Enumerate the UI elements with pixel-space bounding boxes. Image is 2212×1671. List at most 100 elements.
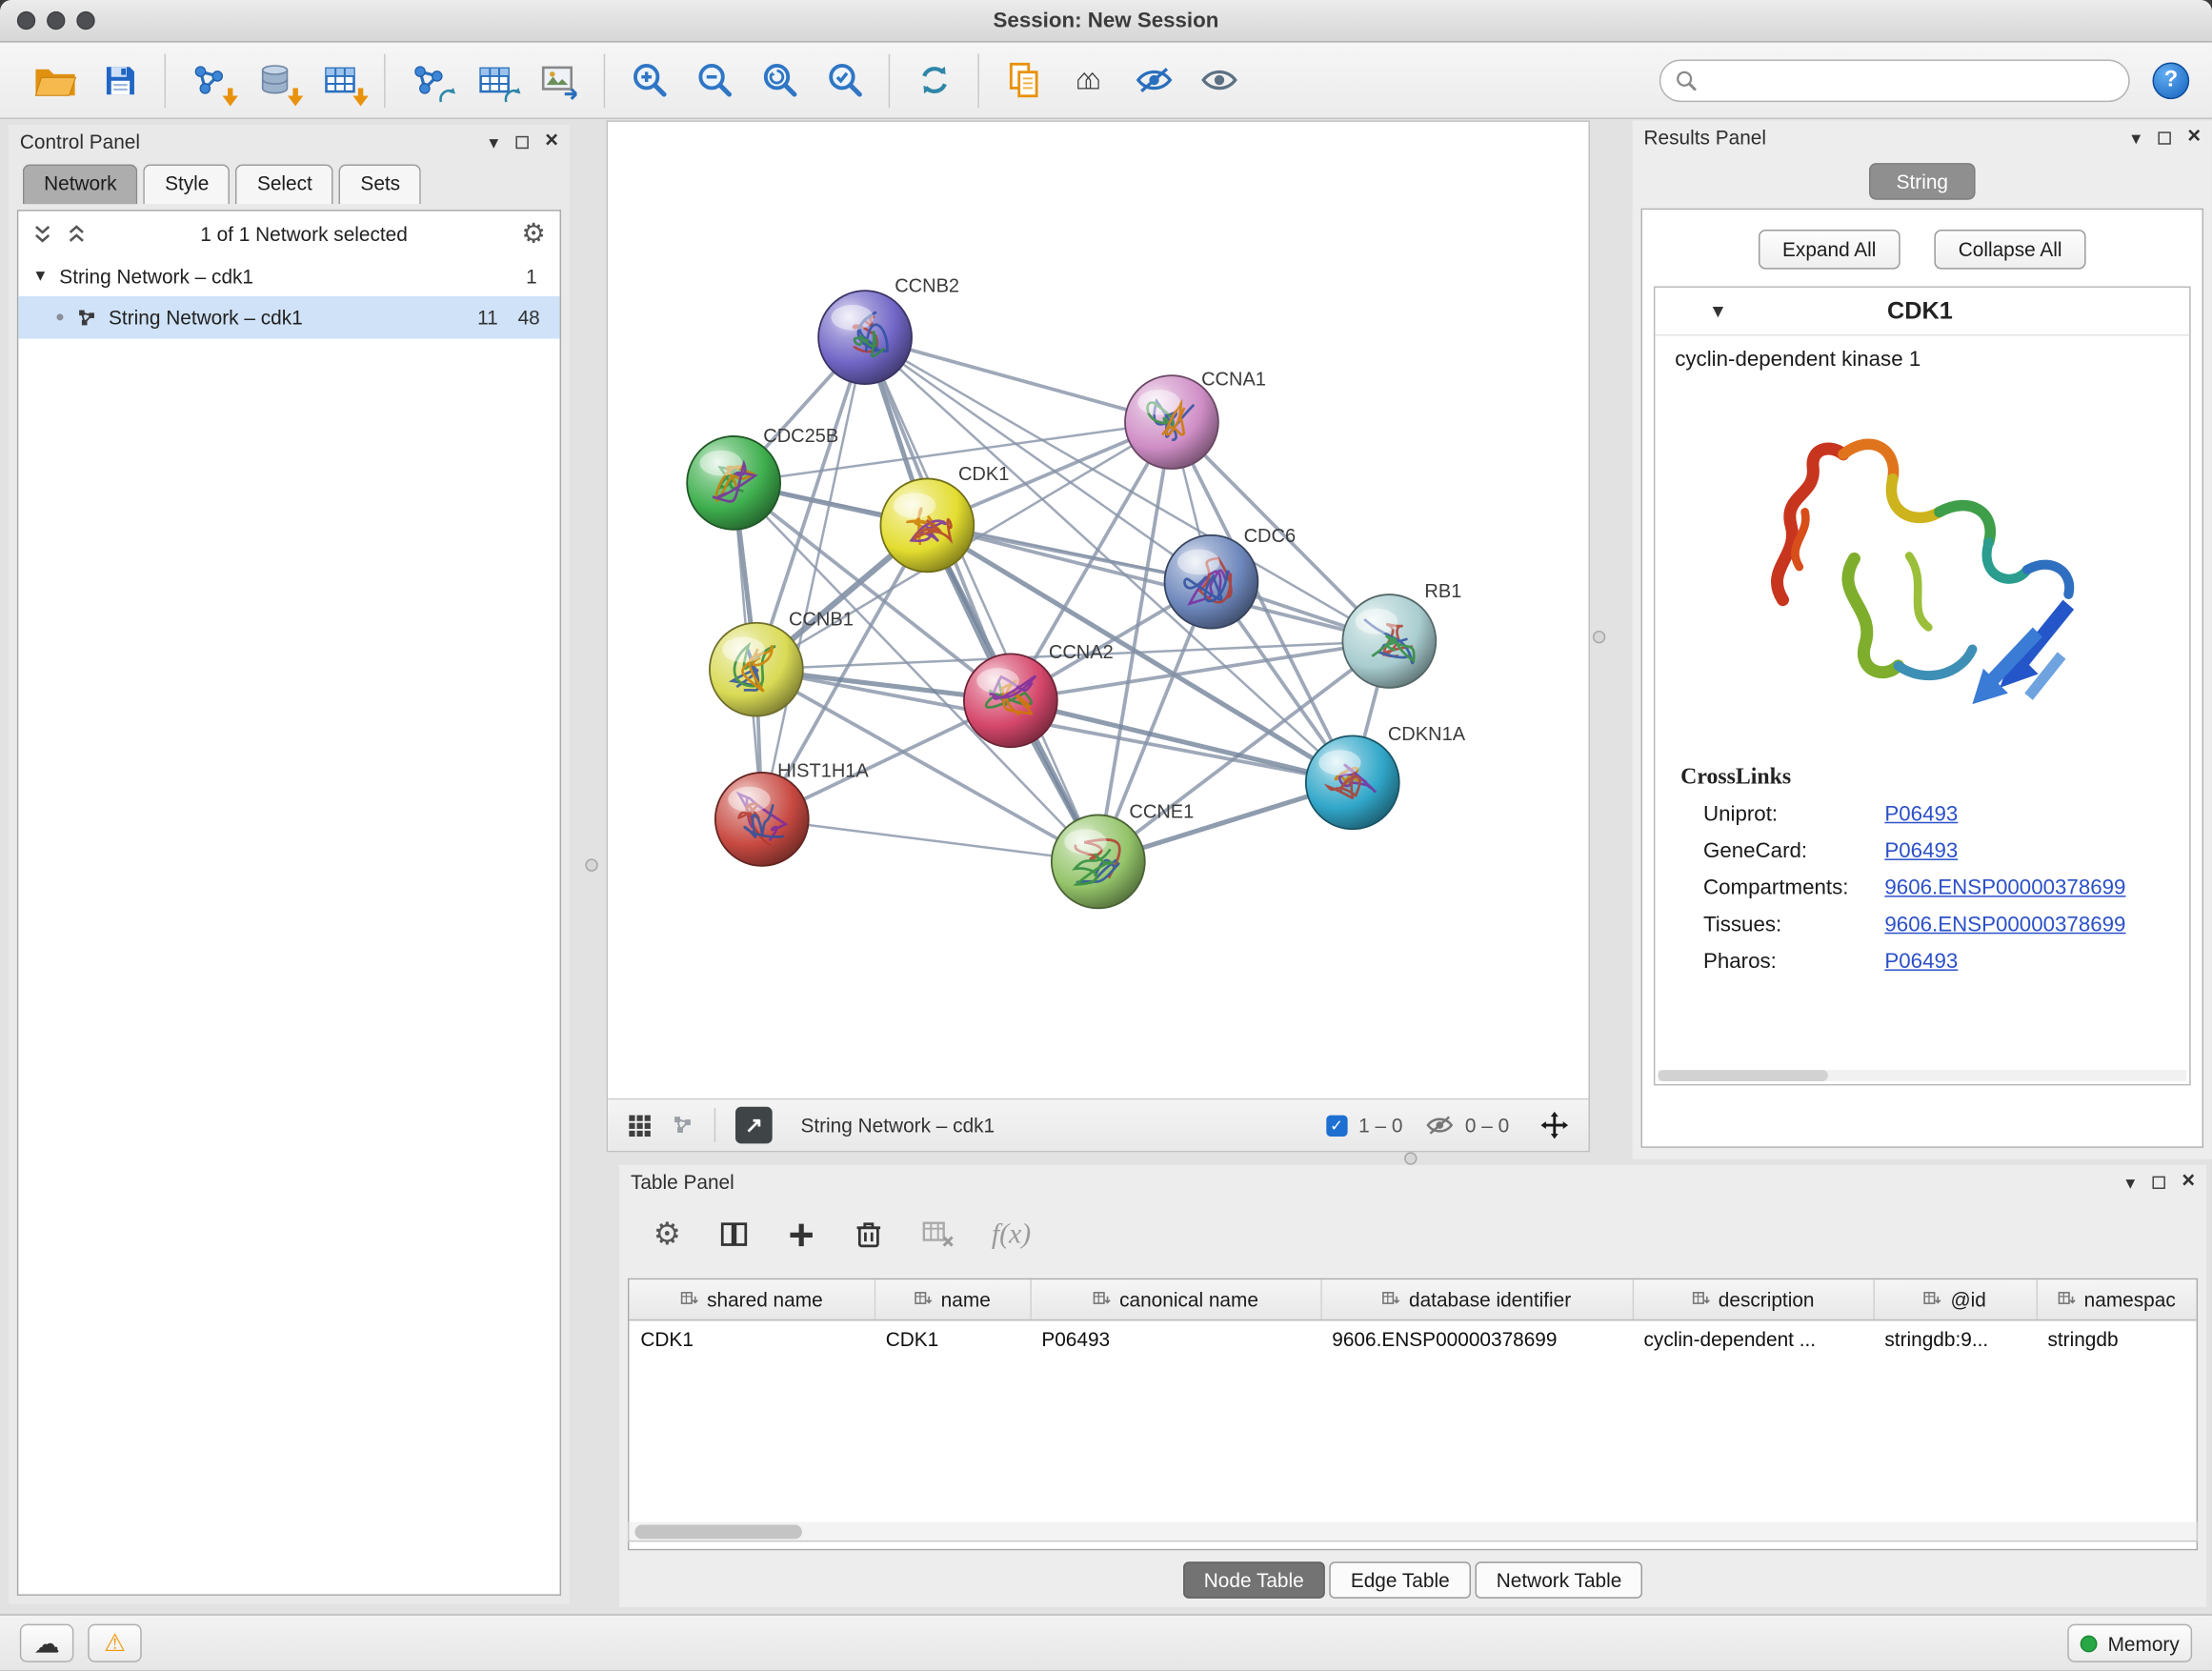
export-image-button[interactable] (527, 50, 592, 110)
crosslink-link-compartments[interactable]: 9606.ENSP00000378699 (1884, 876, 2125, 899)
delete-column-icon[interactable] (853, 1218, 884, 1250)
edge-CCNE1-HIST1H1A[interactable] (762, 819, 1098, 861)
table-cell[interactable]: 9606.ENSP00000378699 (1320, 1319, 1632, 1358)
section-scrollbar[interactable] (1658, 1070, 2186, 1081)
panel-menu-icon[interactable]: ▾ (2131, 129, 2141, 147)
show-graphics-button[interactable] (1121, 50, 1186, 110)
network-node-CCNA1[interactable]: CCNA1 (1125, 370, 1266, 470)
new-network-button[interactable] (397, 50, 462, 110)
panel-float-icon[interactable] (2158, 131, 2170, 144)
network-row-selected[interactable]: ● String Network – cdk1 11 48 (18, 296, 559, 339)
column-sort-icon (1382, 1290, 1400, 1308)
panel-float-icon[interactable] (515, 135, 528, 148)
network-node-CCNB1[interactable]: CCNB1 (710, 610, 854, 716)
column-header-database-identifier[interactable]: database identifier (1320, 1279, 1632, 1319)
zoom-out-button[interactable] (681, 50, 746, 110)
edge-CCNB2-CCNE1[interactable] (865, 337, 1098, 861)
table-horizontal-scrollbar[interactable] (628, 1522, 2198, 1542)
network-options-gear-icon[interactable]: ⚙ (521, 220, 545, 247)
tab-string[interactable]: String (1869, 163, 1975, 200)
network-node-CDC25B[interactable]: CDC25B (687, 426, 838, 530)
network-collection-row[interactable]: ▼ String Network – cdk1 1 (18, 256, 559, 296)
scrollbar-thumb[interactable] (1658, 1070, 1827, 1081)
table-cell[interactable]: CDK1 (875, 1319, 1031, 1358)
zoom-selected-button[interactable] (812, 50, 876, 110)
expand-all-button[interactable]: Expand All (1759, 230, 1900, 270)
table-cell[interactable]: stringdb (2037, 1319, 2197, 1358)
network-node-CDK1[interactable]: CDK1 (880, 464, 1009, 572)
memory-button[interactable]: Memory (2068, 1624, 2192, 1662)
table-settings-gear-icon[interactable]: ⚙ (654, 1218, 681, 1250)
disclosure-triangle-icon[interactable]: ▼ (1709, 300, 1727, 321)
crosslink-link-uniprot[interactable]: P06493 (1884, 802, 1958, 826)
tab-select[interactable]: Select (236, 165, 334, 205)
pan-move-icon[interactable] (1540, 1111, 1569, 1139)
clone-network-button[interactable] (462, 50, 527, 110)
column-header-namespac[interactable]: namespac (2037, 1279, 2197, 1319)
open-session-button[interactable] (23, 50, 88, 110)
import-table-button[interactable] (308, 50, 372, 110)
edge-CCNA2-CDKN1A[interactable] (1011, 700, 1353, 782)
table-cell[interactable]: CDK1 (629, 1319, 874, 1358)
show-columns-icon[interactable] (718, 1218, 750, 1250)
column-header-description[interactable]: description (1633, 1279, 1874, 1319)
edge-CCNB2-HIST1H1A[interactable] (762, 337, 865, 819)
zoom-in-button[interactable] (616, 50, 681, 110)
crosslink-link-pharos[interactable]: P06493 (1884, 950, 1958, 974)
disclosure-triangle-icon[interactable]: ▼ (32, 268, 48, 285)
search-input[interactable] (1706, 70, 2114, 91)
edge-CDK1-RB1[interactable] (927, 525, 1389, 641)
network-canvas[interactable]: CCNB2CCNA1CDC25BCDK1CDC6RB1CCNB1CCNA2CDK… (608, 122, 1588, 1098)
tab-node-table[interactable]: Node Table (1182, 1561, 1325, 1599)
tab-network[interactable]: Network (23, 165, 138, 205)
tab-network-table[interactable]: Network Table (1475, 1561, 1642, 1599)
hidden-eye-icon[interactable] (1425, 1116, 1454, 1136)
panel-float-icon[interactable] (2152, 1176, 2164, 1188)
save-session-button[interactable] (88, 50, 152, 110)
network-overview-icon[interactable] (672, 1114, 694, 1137)
refresh-button[interactable] (901, 50, 966, 110)
panel-menu-icon[interactable]: ▾ (489, 132, 498, 151)
tab-edge-table[interactable]: Edge Table (1330, 1561, 1471, 1599)
panel-close-icon[interactable]: × (2187, 126, 2201, 149)
scrollbar-thumb[interactable] (634, 1524, 802, 1539)
expand-all-icon[interactable] (67, 223, 87, 246)
bottom-splitter-handle[interactable] (1404, 1152, 1417, 1164)
help-button[interactable]: ? (2153, 62, 2190, 99)
import-network-file-button[interactable] (177, 50, 242, 110)
collapse-all-button[interactable]: Collapse All (1934, 230, 2085, 270)
collapse-all-icon[interactable] (32, 223, 52, 246)
import-network-database-button[interactable] (242, 50, 307, 110)
protein-section-header[interactable]: ▼ CDK1 (1655, 288, 2189, 336)
column-header-name[interactable]: name (875, 1279, 1031, 1319)
left-splitter-handle[interactable] (585, 858, 597, 871)
network-node-CCNB2[interactable]: CCNB2 (818, 276, 959, 384)
right-splitter-handle[interactable] (1593, 631, 1605, 643)
table-row[interactable]: CDK1CDK1P064939606.ENSP00000378699cyclin… (629, 1319, 2196, 1358)
crosslink-link-tissues[interactable]: 9606.ENSP00000378699 (1884, 913, 2125, 936)
warnings-button[interactable]: ⚠ (88, 1624, 142, 1662)
home-button[interactable]: ⌂⌂ (1056, 50, 1120, 110)
tab-sets[interactable]: Sets (339, 165, 421, 205)
column-header-canonical-name[interactable]: canonical name (1030, 1279, 1320, 1319)
network-node-RB1[interactable]: RB1 (1342, 581, 1461, 688)
panel-menu-icon[interactable]: ▾ (2125, 1173, 2135, 1191)
tab-style[interactable]: Style (144, 165, 231, 205)
table-cell[interactable]: cyclin-dependent ... (1633, 1319, 1874, 1358)
network-node-HIST1H1A[interactable]: HIST1H1A (715, 760, 870, 865)
table-cell[interactable]: stringdb:9... (1873, 1319, 2036, 1358)
column-header-shared-name[interactable]: shared name (629, 1279, 874, 1319)
column-header-id[interactable]: @id (1873, 1279, 2036, 1319)
export-view-button[interactable]: ↗ (735, 1107, 773, 1144)
panel-close-icon[interactable]: × (545, 131, 558, 153)
add-column-icon[interactable] (786, 1219, 815, 1249)
cloud-status-button[interactable]: ☁ (20, 1624, 74, 1662)
crosslink-link-genecard[interactable]: P06493 (1884, 839, 1958, 863)
birds-eye-view-icon[interactable] (628, 1113, 652, 1137)
selected-checkbox-icon[interactable]: ✓ (1326, 1115, 1347, 1136)
table-cell[interactable]: P06493 (1030, 1319, 1320, 1358)
duplicate-document-button[interactable] (991, 50, 1056, 110)
panel-close-icon[interactable]: × (2182, 1171, 2195, 1194)
zoom-fit-button[interactable] (747, 50, 812, 110)
preview-eye-button[interactable] (1186, 50, 1251, 110)
